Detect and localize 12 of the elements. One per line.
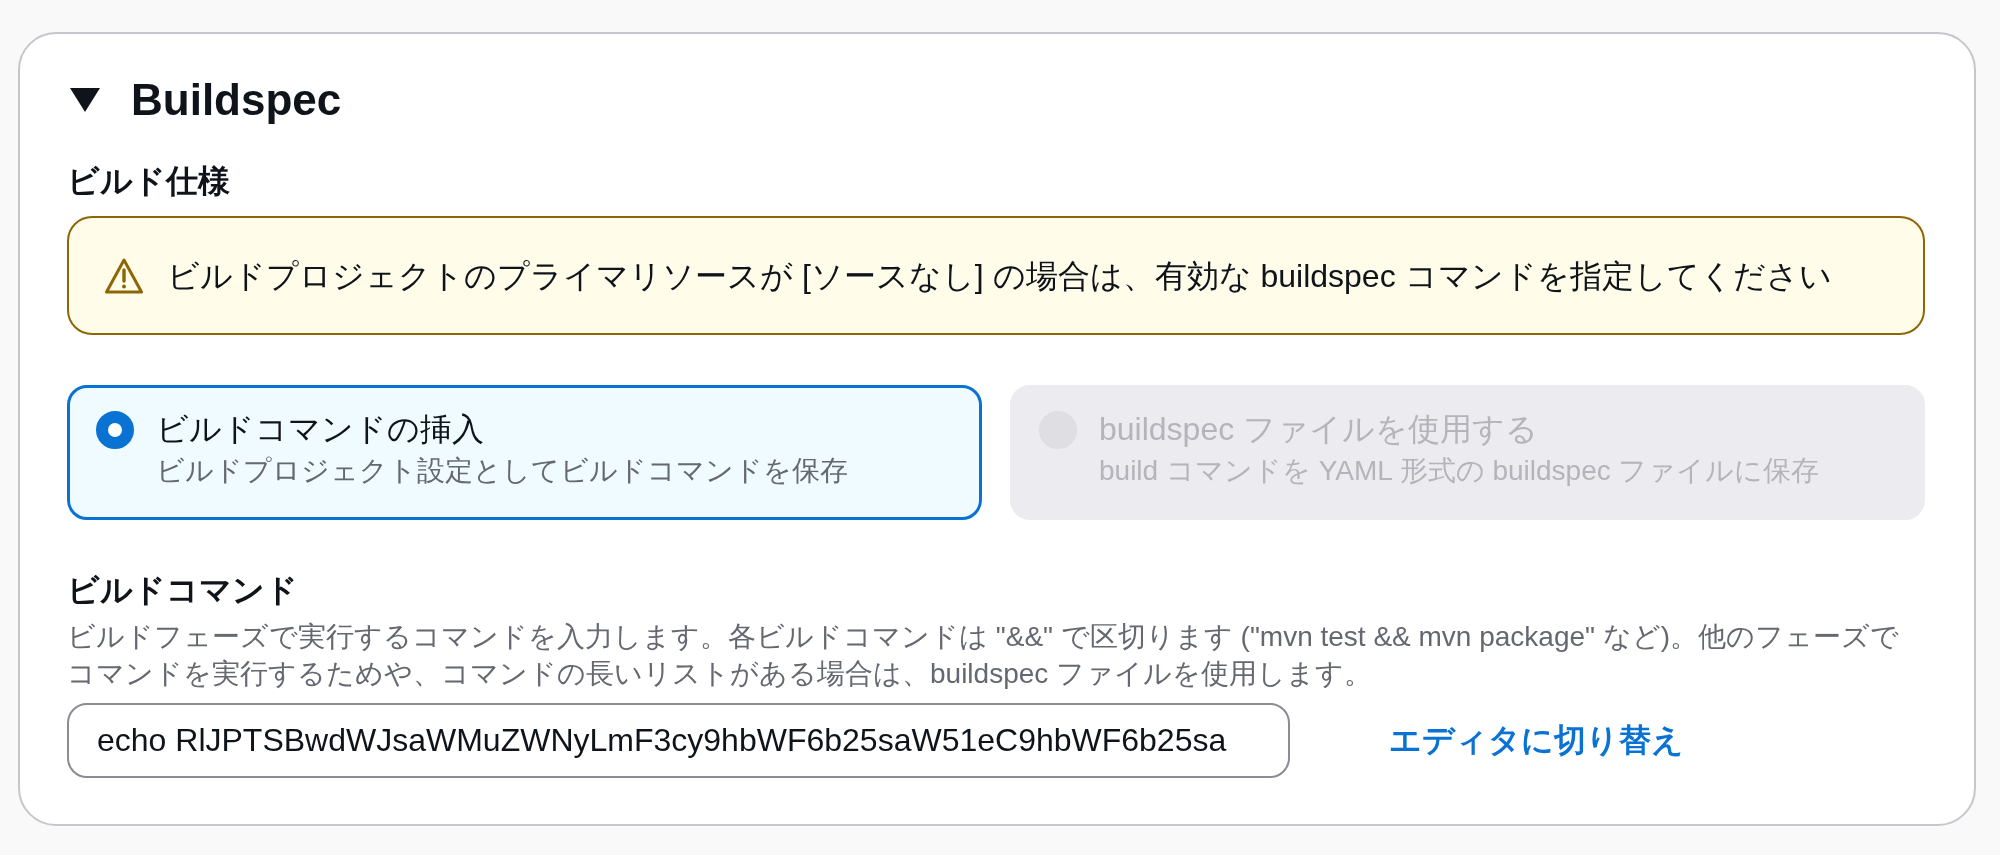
radio-option-card[interactable]: ビルドコマンドの挿入 ビルドプロジェクト設定としてビルドコマンドを保存 xyxy=(67,385,982,520)
option-description: ビルドプロジェクト設定としてビルドコマンドを保存 xyxy=(156,454,848,488)
field-label: ビルドコマンド xyxy=(67,571,298,610)
option-title: ビルドコマンドの挿入 xyxy=(156,410,485,449)
field-description: ビルドフェーズで実行するコマンドを入力します。各ビルドコマンドは "&&" で区切ります ("mvn test && mvn package" など)。他のフェーズでコマンドを実行するためや、コマンドの長いリストがある場合は、buildspec ファイルを使用します。 xyxy=(67,620,1901,691)
warning-icon xyxy=(105,258,143,294)
alert-text: ビルドプロジェクトのプライマリソースが [ソースなし] の場合は、有効な buildspec コマンドを指定してください xyxy=(167,257,1832,296)
radio-button[interactable] xyxy=(96,411,134,449)
section-toggle[interactable]: Buildspec xyxy=(67,72,342,128)
switch-editor-link[interactable]: エディタに切り替え xyxy=(1389,718,1684,763)
field-label: ビルド仕様 xyxy=(67,162,230,201)
command-input-field[interactable]: echo RlJPTSBwdWJsaWMuZWNyLmF3cy9hbWF6b25saW51eC9hbWF6b25sa xyxy=(67,703,1290,778)
